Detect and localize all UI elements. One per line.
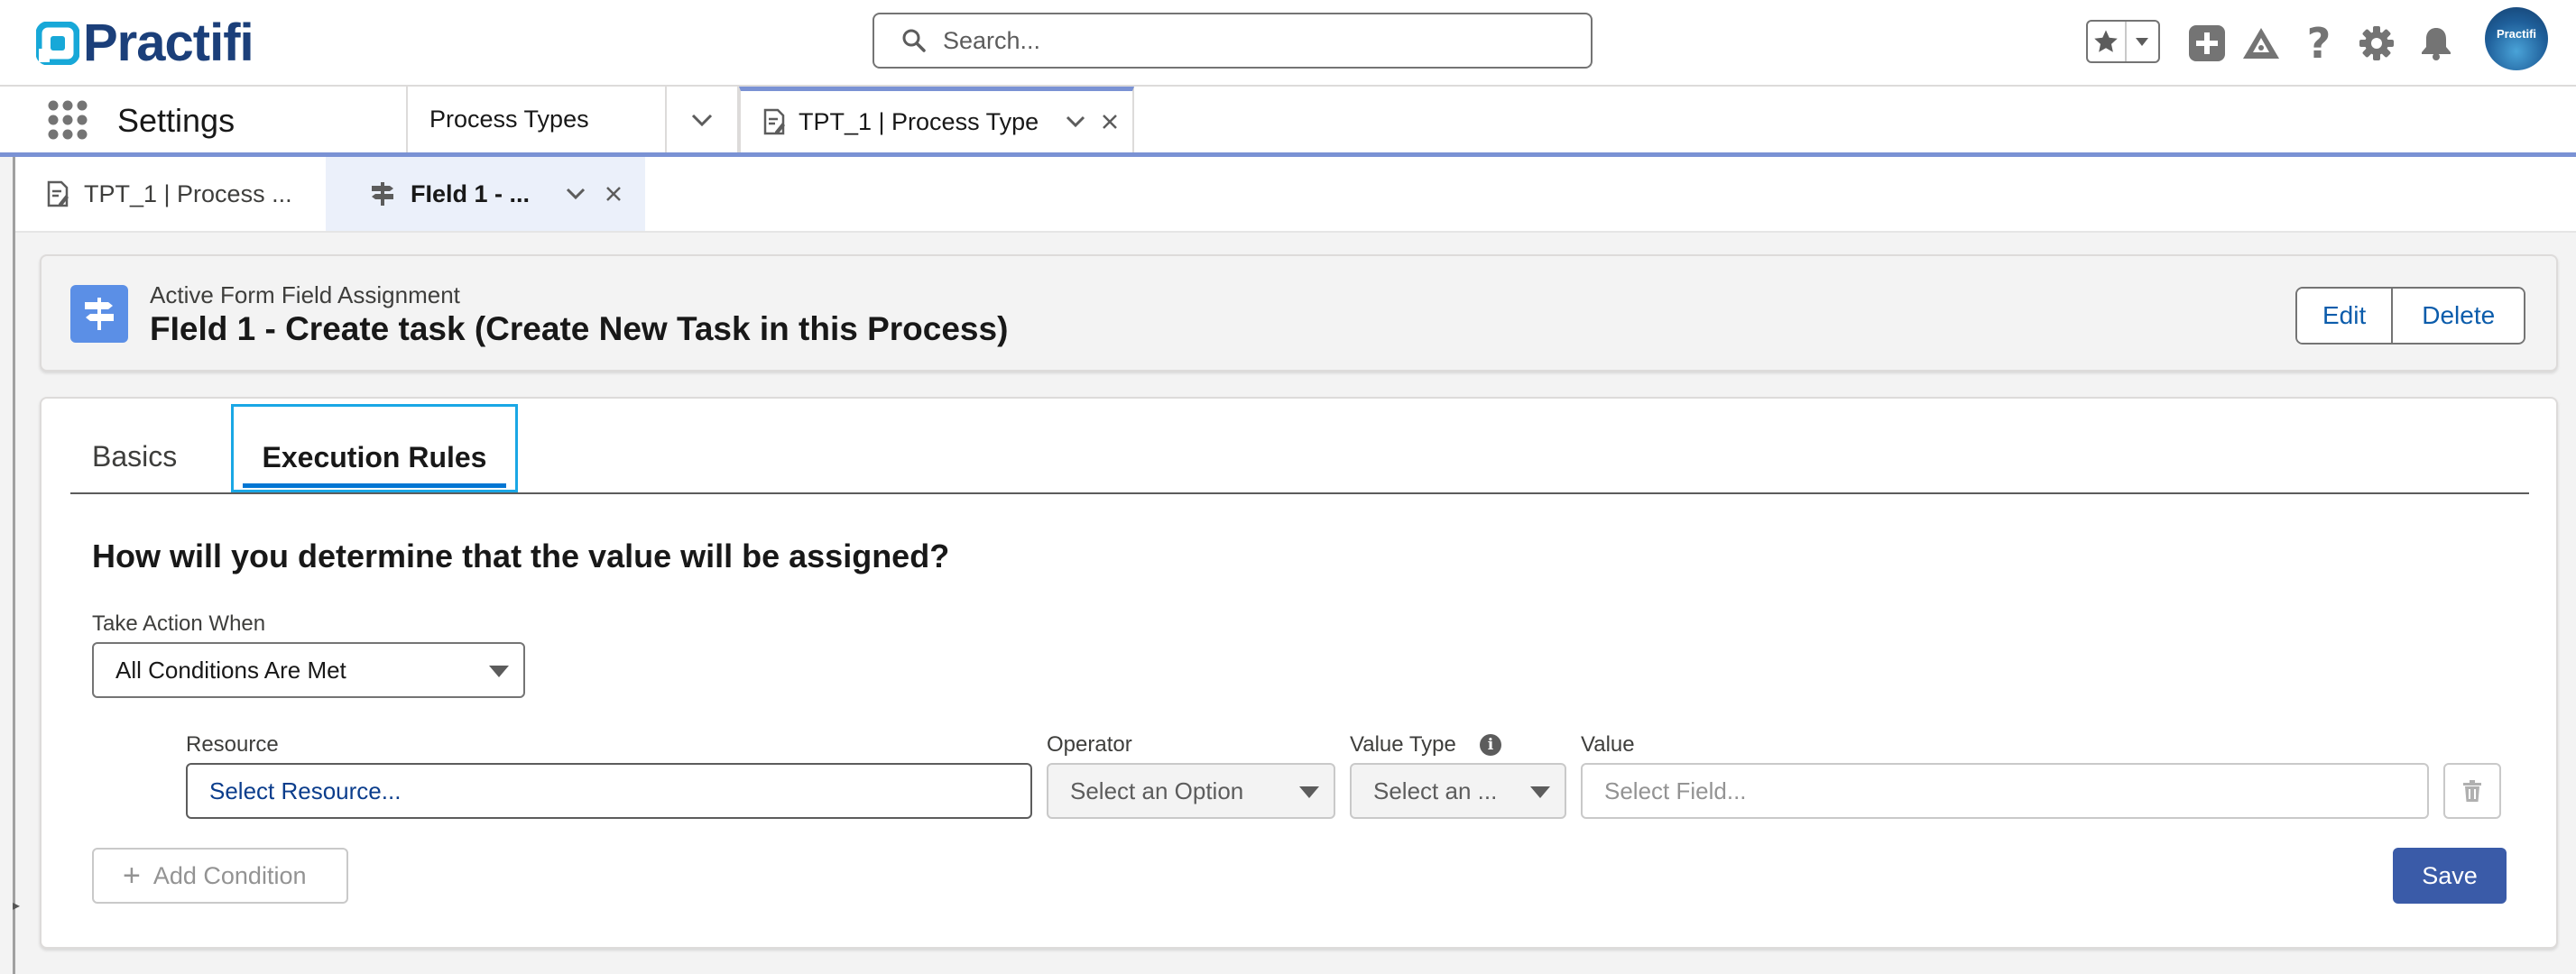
avatar-label: Practifi xyxy=(2496,27,2537,41)
take-action-select[interactable]: All Conditions Are Met xyxy=(92,642,525,698)
tab-label: Execution Rules xyxy=(262,441,487,473)
value-field-select[interactable]: Select Field... xyxy=(1581,763,2429,819)
value-type-label: Value Type xyxy=(1350,732,1456,757)
app-launcher-icon[interactable] xyxy=(47,99,88,141)
brand-name: Practifi xyxy=(83,14,254,72)
select-placeholder: Select Field... xyxy=(1604,776,1747,804)
take-action-label: Take Action When xyxy=(92,611,266,636)
global-header: Practifi ? xyxy=(0,0,2576,87)
app-navigation-bar: Settings Process Types TPT_1 | Process T… xyxy=(0,87,2576,157)
add-condition-label: Add Condition xyxy=(152,861,307,889)
user-avatar[interactable]: Practifi xyxy=(2485,7,2548,70)
tab-basics[interactable]: Basics xyxy=(92,440,177,473)
chevron-down-icon xyxy=(691,114,713,126)
gear-icon[interactable] xyxy=(2355,22,2398,65)
chevron-down-icon[interactable] xyxy=(1066,115,1085,128)
nav-tab-label: TPT_1 | Process Type xyxy=(799,107,1039,135)
utility-rail: ▸ xyxy=(13,157,20,974)
select-value: All Conditions Are Met xyxy=(115,656,346,684)
resource-select[interactable]: Select Resource... xyxy=(186,763,1032,819)
record-page-icon xyxy=(763,108,785,135)
record-title: FIeld 1 - Create task (Create New Task i… xyxy=(150,310,1009,347)
nav-tab-tpt1-process-type[interactable]: TPT_1 | Process Type xyxy=(739,87,1134,152)
value-type-select[interactable]: Select an ... xyxy=(1350,763,1566,819)
nav-item-menu-button[interactable] xyxy=(665,87,739,152)
plus-icon: + xyxy=(123,859,141,893)
practifi-logo-mark-icon xyxy=(36,22,79,65)
caret-down-icon xyxy=(1530,786,1550,798)
add-condition-button[interactable]: + Add Condition xyxy=(92,848,348,904)
active-tab-indicator xyxy=(243,483,506,488)
resource-label: Resource xyxy=(186,732,279,757)
select-value: Select an ... xyxy=(1373,776,1498,804)
record-type-label: Active Form Field Assignment xyxy=(150,281,460,308)
delete-button[interactable]: Delete xyxy=(2391,289,2525,343)
subtab-label: TPT_1 | Process ... xyxy=(84,179,292,207)
select-value: Select Resource... xyxy=(209,776,402,804)
chevron-down-icon[interactable] xyxy=(2127,22,2158,61)
operator-label: Operator xyxy=(1047,732,1132,757)
plus-icon[interactable] xyxy=(2185,22,2229,65)
operator-select[interactable]: Select an Option xyxy=(1047,763,1335,819)
record-header: Active Form Field Assignment FIeld 1 - C… xyxy=(40,254,2558,372)
subtab-field-1[interactable]: FIeld 1 - ... xyxy=(326,157,645,231)
close-icon[interactable] xyxy=(1102,114,1118,130)
practifi-logo[interactable]: Practifi xyxy=(36,16,254,70)
star-icon[interactable] xyxy=(2088,22,2127,61)
favorites-button-group[interactable] xyxy=(2086,20,2160,63)
info-icon[interactable]: i xyxy=(1480,734,1501,756)
record-actions: Edit Delete xyxy=(2295,287,2526,345)
nav-item-label: Process Types xyxy=(429,106,589,133)
nav-item-process-types[interactable]: Process Types xyxy=(406,87,665,152)
close-icon[interactable] xyxy=(605,186,622,202)
search-icon xyxy=(902,29,926,52)
tab-execution-rules[interactable]: Execution Rules xyxy=(231,404,518,492)
expand-arrow-icon[interactable]: ▸ xyxy=(13,896,20,914)
help-icon[interactable]: ? xyxy=(2297,19,2341,68)
value-label: Value xyxy=(1581,732,1635,757)
trailhead-icon[interactable] xyxy=(2239,22,2283,65)
trash-icon xyxy=(2463,780,2481,802)
chevron-down-icon[interactable] xyxy=(566,188,586,200)
record-tabs: Basics Execution Rules xyxy=(70,399,2529,494)
subtab-label: FIeld 1 - ... xyxy=(411,179,531,207)
form-field-assignment-icon xyxy=(70,285,128,343)
search-input[interactable] xyxy=(941,25,1576,56)
subtab-bar: TPT_1 | Process ... FIeld 1 - ... xyxy=(15,157,2576,233)
global-search[interactable] xyxy=(873,13,1593,69)
app-name: Settings xyxy=(117,102,235,139)
subtab-tpt1-process[interactable]: TPT_1 | Process ... xyxy=(46,157,340,231)
save-button[interactable]: Save xyxy=(2393,848,2507,904)
signpost-icon xyxy=(372,182,393,206)
execution-rules-card: Basics Execution Rules How will you dete… xyxy=(40,397,2558,949)
caret-down-icon xyxy=(1299,786,1319,798)
record-page-icon xyxy=(47,180,69,207)
bell-icon[interactable] xyxy=(2414,22,2458,65)
select-value: Select an Option xyxy=(1070,776,1244,804)
section-question: How will you determine that the value wi… xyxy=(92,538,950,574)
edit-button[interactable]: Edit xyxy=(2297,289,2392,343)
delete-condition-button[interactable] xyxy=(2443,763,2501,819)
caret-down-icon xyxy=(489,666,509,677)
